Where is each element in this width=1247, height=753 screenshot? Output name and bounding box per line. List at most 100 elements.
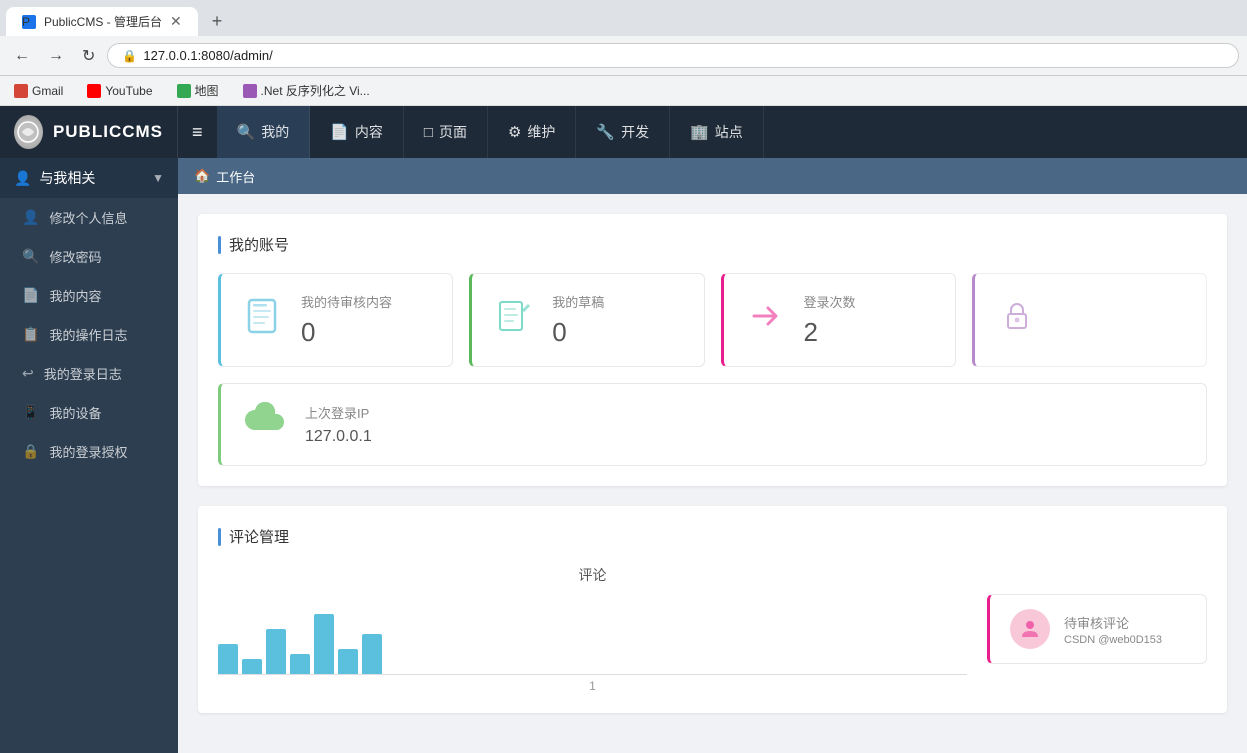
chart-bar-7 [362, 634, 382, 674]
nav-develop-label: 开发 [621, 122, 649, 142]
edit-icon [494, 296, 534, 345]
account-section-title: 我的账号 [218, 234, 1207, 255]
gmail-favicon [14, 84, 28, 98]
key-icon: 🔍 [22, 248, 39, 265]
search-nav-icon: 🔍 [237, 123, 256, 141]
sidebar-my-content-label: 我的内容 [49, 286, 101, 305]
nav-item-mine[interactable]: 🔍 我的 [217, 106, 311, 158]
pending-avatar [1010, 609, 1050, 649]
lock-card-icon [997, 296, 1037, 345]
comments-section-title: 评论管理 [218, 526, 1207, 547]
csdn-badge: CSDN @web0D153 [1064, 634, 1162, 646]
youtube-label: YouTube [105, 84, 152, 98]
browser-chrome: P PublicCMS - 管理后台 ✕ + ← → ↻ 🔒 127.0.0.1… [0, 0, 1247, 106]
dotnet-label: .Net 反序列化之 Vi... [261, 82, 370, 99]
ip-card-row: 上次登录IP 127.0.0.1 [218, 383, 1207, 466]
logo-section: PUBLICCMS [0, 106, 178, 158]
account-section: 我的账号 [198, 214, 1227, 486]
chart-bar-3 [266, 629, 286, 674]
browser-toolbar: ← → ↻ 🔒 127.0.0.1:8080/admin/ [0, 36, 1247, 76]
top-nav: PUBLICCMS ≡ 🔍 我的 📄 内容 □ 页面 ⚙ 维护 🔧 开发 [0, 106, 1247, 158]
chart-bar-6 [338, 649, 358, 674]
comments-title-text: 评论管理 [229, 526, 289, 547]
pending-comments-content: 待审核评论 CSDN @web0D153 [1064, 613, 1162, 646]
comment-chart: 评论 1 [218, 565, 967, 693]
main-layout: 👤 与我相关 ▼ 👤 修改个人信息 🔍 修改密码 📄 我的内容 📋 我的操作日志 [0, 158, 1247, 753]
bookmark-dotnet[interactable]: .Net 反序列化之 Vi... [237, 80, 376, 101]
log-icon: 📋 [22, 326, 39, 343]
sidebar-change-password-label: 修改密码 [49, 247, 101, 266]
breadcrumb-label: 工作台 [216, 167, 255, 186]
logo-text: PUBLICCMS [53, 122, 163, 142]
back-button[interactable]: ← [8, 43, 36, 69]
breadcrumb-bar: 🏠 工作台 [178, 158, 1247, 194]
sidebar-item-change-password[interactable]: 🔍 修改密码 [0, 237, 178, 276]
nav-item-develop[interactable]: 🔧 开发 [576, 106, 670, 158]
nav-item-maintain[interactable]: ⚙ 维护 [488, 106, 576, 158]
content-area: 🏠 工作台 我的账号 [178, 158, 1247, 753]
sidebar-header[interactable]: 👤 与我相关 ▼ [0, 158, 178, 198]
page-content: 我的账号 [178, 194, 1247, 753]
sidebar-item-my-device[interactable]: 📱 我的设备 [0, 393, 178, 432]
nav-item-page[interactable]: □ 页面 [404, 106, 488, 158]
pending-review-label: 我的待审核内容 [301, 292, 392, 311]
account-cards-grid: 我的待审核内容 0 [218, 273, 1207, 367]
login-count-value: 2 [804, 317, 856, 348]
nav-item-content[interactable]: 📄 内容 [310, 106, 404, 158]
gmail-label: Gmail [32, 84, 63, 98]
active-tab[interactable]: P PublicCMS - 管理后台 ✕ [6, 7, 198, 36]
sidebar-my-oplog-label: 我的操作日志 [49, 325, 127, 344]
pending-comments-label: 待审核评论 [1064, 613, 1162, 632]
new-tab-button[interactable]: + [202, 7, 233, 36]
draft-content: 我的草稿 0 [552, 292, 604, 348]
sidebar-my-auth-label: 我的登录授权 [49, 442, 127, 461]
sidebar-item-my-oplog[interactable]: 📋 我的操作日志 [0, 315, 178, 354]
ip-value: 127.0.0.1 [305, 428, 372, 446]
draft-label: 我的草稿 [552, 292, 604, 311]
nav-menu: 🔍 我的 📄 内容 □ 页面 ⚙ 维护 🔧 开发 🏢 站点 [217, 106, 1247, 158]
ip-card: 上次登录IP 127.0.0.1 [218, 383, 1207, 466]
pending-review-card: 我的待审核内容 0 [218, 273, 453, 367]
chart-bar-4 [290, 654, 310, 674]
sidebar-item-edit-profile[interactable]: 👤 修改个人信息 [0, 198, 178, 237]
tab-title: PublicCMS - 管理后台 [44, 13, 162, 30]
sidebar-header-label: 与我相关 [39, 168, 95, 188]
content-nav-icon: 📄 [330, 123, 349, 141]
chart-bar-5 [314, 614, 334, 674]
account-title-text: 我的账号 [229, 234, 289, 255]
chart-bar-1 [218, 644, 238, 674]
nav-item-site[interactable]: 🏢 站点 [670, 106, 764, 158]
page-nav-icon: □ [424, 124, 433, 141]
maps-label: 地图 [195, 82, 219, 99]
bookmark-gmail[interactable]: Gmail [8, 82, 69, 100]
ip-content: 上次登录IP 127.0.0.1 [305, 403, 372, 446]
sidebar: 👤 与我相关 ▼ 👤 修改个人信息 🔍 修改密码 📄 我的内容 📋 我的操作日志 [0, 158, 178, 753]
tab-bar: P PublicCMS - 管理后台 ✕ + [0, 0, 1247, 36]
bookmark-youtube[interactable]: YouTube [81, 82, 158, 100]
chart-bar-2 [242, 659, 262, 674]
refresh-button[interactable]: ↻ [76, 42, 101, 70]
bookmarks-bar: Gmail YouTube 地图 .Net 反序列化之 Vi... [0, 76, 1247, 106]
app-wrapper: PUBLICCMS ≡ 🔍 我的 📄 内容 □ 页面 ⚙ 维护 🔧 开发 [0, 106, 1247, 753]
chart-area [218, 595, 967, 675]
maintain-nav-icon: ⚙ [508, 123, 521, 141]
nav-page-label: 页面 [439, 122, 467, 142]
chart-value: 1 [589, 679, 596, 693]
address-text: 127.0.0.1:8080/admin/ [143, 48, 272, 63]
login-log-icon: ↩ [22, 365, 34, 382]
comments-content: 评论 1 [218, 565, 1207, 693]
address-bar[interactable]: 🔒 127.0.0.1:8080/admin/ [107, 43, 1239, 68]
forward-button[interactable]: → [42, 43, 70, 69]
pending-comments-card: 待审核评论 CSDN @web0D153 [987, 594, 1207, 664]
home-icon: 🏠 [194, 168, 210, 184]
tab-close-button[interactable]: ✕ [170, 13, 182, 30]
sidebar-item-my-login-log[interactable]: ↩ 我的登录日志 [0, 354, 178, 393]
hamburger-button[interactable]: ≡ [178, 118, 217, 147]
nav-site-label: 站点 [715, 122, 743, 142]
locked-card [972, 273, 1207, 367]
maps-favicon [177, 84, 191, 98]
sidebar-item-my-content[interactable]: 📄 我的内容 [0, 276, 178, 315]
cloud-icon [243, 402, 287, 447]
sidebar-item-my-auth[interactable]: 🔒 我的登录授权 [0, 432, 178, 471]
bookmark-maps[interactable]: 地图 [171, 80, 225, 101]
